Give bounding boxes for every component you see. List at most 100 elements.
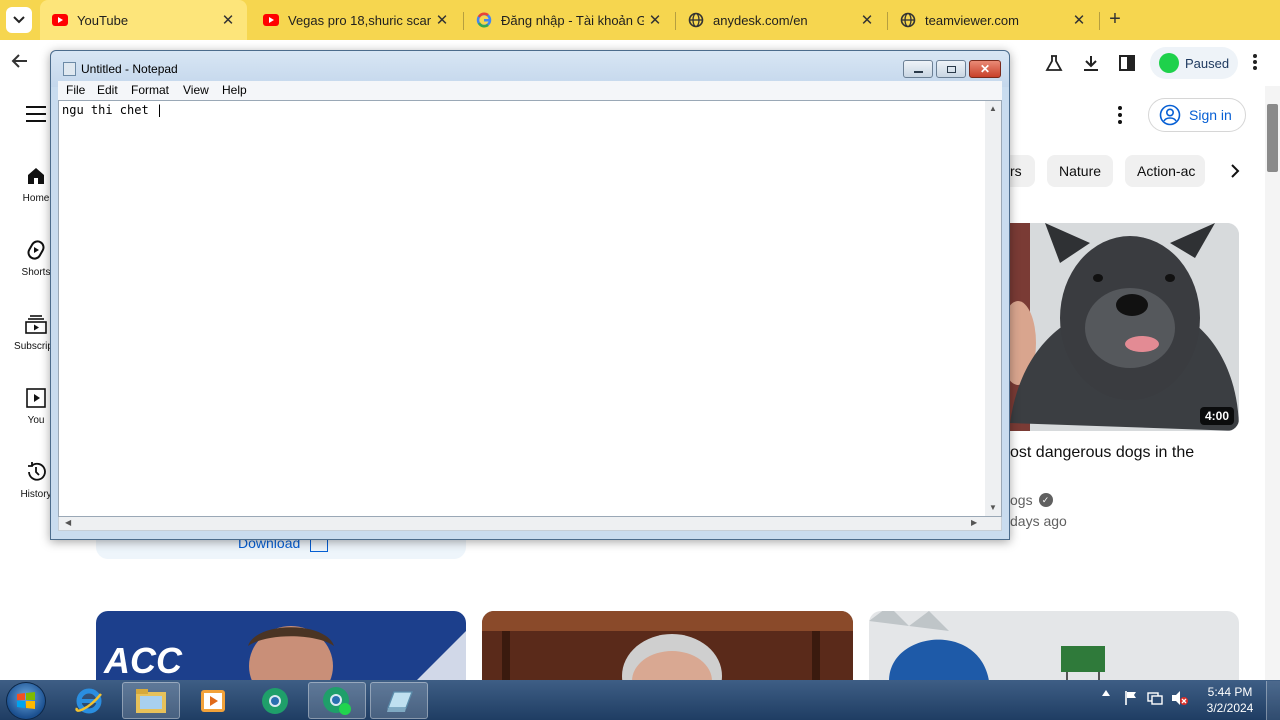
video-title[interactable]: ost dangerous dogs in the [1010, 444, 1194, 462]
interview-thumbnail-image [482, 611, 853, 681]
tab-youtube[interactable]: YouTube ✕ [40, 0, 247, 40]
tab-google-login[interactable]: Đăng nhập - Tài khoản Gc ✕ [464, 0, 674, 40]
chrome-icon [262, 687, 288, 714]
tab-close-button[interactable]: ✕ [856, 9, 878, 31]
taskbar-internet-explorer[interactable] [60, 682, 118, 719]
start-button[interactable] [6, 682, 46, 720]
video-thumbnail[interactable] [482, 611, 853, 681]
menu-edit[interactable]: Edit [97, 83, 118, 97]
menu-view[interactable]: View [183, 83, 209, 97]
tab-title: YouTube [77, 12, 129, 28]
globe-icon [688, 12, 704, 28]
minimize-button[interactable] [903, 60, 933, 78]
notepad-horizontal-scrollbar[interactable]: ◀ ▶ [58, 517, 1002, 531]
chip-action[interactable]: Action-ac [1125, 155, 1205, 187]
tab-search-button[interactable] [6, 7, 32, 33]
notepad-text-area[interactable]: ngu thi chet | ▲ ▼ [58, 100, 1002, 517]
side-panel-icon [1119, 55, 1135, 71]
scroll-left-icon[interactable]: ◀ [65, 518, 71, 527]
show-desktop-button[interactable] [1266, 681, 1280, 720]
notepad-menubar: File Edit Format View Help [58, 81, 1002, 100]
taskbar-notepad[interactable] [370, 682, 428, 719]
more-vertical-icon [1118, 105, 1122, 110]
chrome-icon [323, 686, 351, 715]
taskbar-chrome-active[interactable] [308, 682, 366, 719]
tab-vegas-pro[interactable]: Vegas pro 18,shuric scan ✕ [251, 0, 461, 40]
more-vertical-icon [1253, 54, 1257, 70]
taskbar-media-player[interactable] [184, 682, 242, 719]
flag-icon [1125, 691, 1136, 705]
clock-date: 3/2/2024 [1206, 701, 1254, 715]
google-icon [476, 12, 492, 28]
browser-tab-strip: YouTube ✕ Vegas pro 18,shuric scan ✕ Đăn… [0, 0, 1280, 40]
close-button[interactable]: ✕ [969, 60, 1001, 78]
volume-button[interactable] [1170, 690, 1190, 706]
taskbar-file-explorer[interactable] [122, 682, 180, 719]
globe-icon [900, 12, 916, 28]
video-thumbnail[interactable] [869, 611, 1239, 681]
tab-teamviewer[interactable]: teamviewer.com ✕ [888, 0, 1098, 40]
tab-close-button[interactable]: ✕ [1068, 9, 1090, 31]
screen: YouTube ✕ Vegas pro 18,shuric scan ✕ Đăn… [0, 0, 1280, 720]
close-icon: ✕ [979, 62, 991, 76]
restore-icon [946, 65, 956, 73]
menu-help[interactable]: Help [222, 83, 247, 97]
network-button[interactable] [1146, 690, 1164, 706]
menu-format[interactable]: Format [131, 83, 169, 97]
download-icon [1084, 56, 1098, 71]
acc-thumbnail-image: ACC [96, 611, 466, 681]
notepad-icon [387, 690, 413, 712]
tab-title: Đăng nhập - Tài khoản Gc [501, 12, 644, 28]
video-duration: 4:00 [1200, 407, 1235, 425]
tab-close-button[interactable]: ✕ [644, 9, 666, 31]
video-thumbnail[interactable]: ACC [96, 611, 466, 681]
browser-menu-button[interactable] [1252, 52, 1258, 77]
tab-title: anydesk.com/en [713, 12, 808, 28]
notepad-icon [63, 62, 76, 76]
tab-close-button[interactable]: ✕ [431, 9, 453, 31]
page-scrollbar[interactable] [1265, 86, 1280, 682]
labs-button[interactable] [1043, 52, 1065, 74]
arrow-left-icon [11, 54, 27, 68]
system-clock[interactable]: 5:44 PM 3/2/2024 [1200, 684, 1260, 716]
tab-separator [1099, 12, 1100, 30]
profile-paused-button[interactable]: Paused [1150, 47, 1238, 79]
action-center-button[interactable] [1122, 690, 1140, 706]
page-scrollbar-thumb[interactable] [1267, 104, 1278, 172]
scroll-up-icon[interactable]: ▲ [989, 104, 997, 113]
video-thumbnail[interactable] [1000, 223, 1239, 431]
media-player-icon [201, 689, 225, 712]
sign-in-button[interactable]: Sign in [1148, 98, 1246, 132]
profile-avatar-icon [1159, 53, 1179, 73]
scroll-right-icon[interactable]: ▶ [971, 518, 977, 527]
tab-anydesk[interactable]: anydesk.com/en ✕ [676, 0, 886, 40]
menu-file[interactable]: File [66, 83, 85, 97]
taskbar-chrome[interactable] [246, 682, 304, 719]
chips-next-button[interactable] [1224, 160, 1246, 182]
youtube-icon [52, 12, 68, 28]
tab-close-button[interactable]: ✕ [217, 9, 239, 31]
side-panel-button[interactable] [1116, 52, 1138, 74]
show-hidden-icons-button[interactable] [1100, 690, 1112, 696]
verified-badge-icon: ✓ [1038, 493, 1053, 507]
profile-status: Paused [1185, 55, 1230, 71]
video-age: days ago [1010, 513, 1067, 529]
youtube-icon [263, 12, 279, 28]
file-explorer-icon [136, 688, 166, 713]
dog-thumbnail-image [1000, 223, 1239, 431]
chip-nature[interactable]: Nature [1047, 155, 1113, 187]
channel-name[interactable]: ogs ✓ [1010, 492, 1053, 508]
maximize-button[interactable] [936, 60, 966, 78]
minimize-icon [913, 71, 923, 73]
guide-menu-button[interactable] [26, 106, 46, 122]
new-tab-button[interactable]: + [1104, 9, 1126, 31]
chevron-right-icon [1231, 164, 1240, 178]
youtube-settings-button[interactable] [1114, 104, 1126, 126]
scroll-down-icon[interactable]: ▼ [989, 503, 997, 512]
notepad-content: ngu thi chet | [62, 103, 164, 117]
network-icon [1147, 692, 1163, 705]
notepad-vertical-scrollbar[interactable]: ▲ ▼ [985, 101, 1001, 516]
downloads-button[interactable] [1080, 52, 1102, 74]
back-button[interactable] [10, 51, 34, 75]
snow-thumbnail-image [869, 611, 1239, 681]
